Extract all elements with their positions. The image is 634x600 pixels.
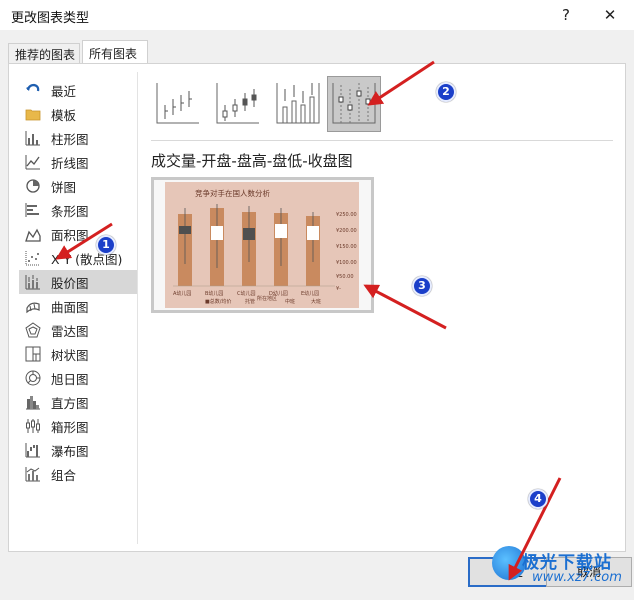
step-marker: 3 bbox=[412, 276, 432, 296]
step-marker: 4 bbox=[528, 489, 548, 509]
step-marker: 2 bbox=[436, 82, 456, 102]
annotation-arrow-2 bbox=[367, 60, 435, 106]
annotation-overlay bbox=[55, 60, 562, 581]
annotation-arrow-3 bbox=[363, 284, 447, 330]
step-marker: 1 bbox=[96, 235, 116, 255]
